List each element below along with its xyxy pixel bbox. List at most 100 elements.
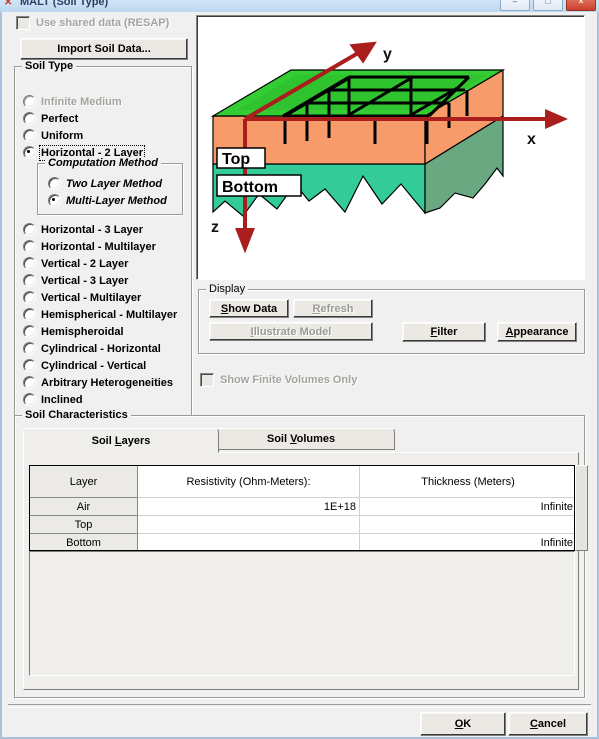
cell-layer: Air (30, 498, 138, 516)
y-axis-arrow (349, 41, 377, 64)
radio-dot-icon (23, 393, 36, 406)
radio-dot-icon (23, 291, 36, 304)
app-icon: ✕ (4, 0, 13, 8)
radio-horizontal-3-layer[interactable]: Horizontal - 3 Layer (23, 223, 143, 236)
tab-soil-layers[interactable]: Soil Layers (23, 428, 219, 453)
window-controls: – □ ✕ (500, 0, 596, 11)
maximize-button[interactable]: □ (533, 0, 563, 11)
use-shared-data-label: Use shared data (RESAP) (36, 17, 170, 29)
show-data-button[interactable]: Show Data (209, 299, 289, 318)
radio-hemispheroidal[interactable]: Hemispheroidal (23, 325, 124, 338)
axis-label-x: x (527, 131, 536, 148)
cancel-button[interactable]: Cancel (508, 712, 588, 736)
radio-dot-icon (23, 308, 36, 321)
table-row[interactable]: Top (30, 516, 574, 534)
radio-label: Vertical - Multilayer (41, 291, 142, 304)
soil-layers-empty-pane (29, 551, 575, 676)
radio-dot-icon (23, 129, 36, 142)
window-title-bar[interactable]: ✕ MALT (Soil Type) – □ ✕ (0, 0, 599, 12)
radio-dot-icon (23, 257, 36, 270)
soil-type-group-label: Soil Type (22, 60, 77, 72)
radio-uniform[interactable]: Uniform (23, 129, 83, 142)
radio-dot-icon (23, 223, 36, 236)
appearance-button[interactable]: Appearance (497, 322, 577, 342)
radio-multi-layer-method[interactable]: Multi-Layer Method (48, 194, 167, 207)
radio-label: Arbitrary Heterogeneities (41, 376, 174, 389)
radio-vertical-2-layer[interactable]: Vertical - 2 Layer (23, 257, 128, 270)
tab-soil-layers-label: Soil Layers (91, 434, 151, 447)
ok-label: OK (454, 718, 472, 730)
soil-layers-table[interactable]: Layer Resistivity (Ohm-Meters): Thicknes… (29, 465, 575, 551)
radio-label: Hemispherical - Multilayer (41, 308, 178, 321)
use-shared-data-checkbox[interactable]: Use shared data (RESAP) (16, 16, 169, 30)
radio-dot-icon (48, 194, 61, 207)
radio-label: Inclined (41, 393, 83, 406)
tab-soil-volumes[interactable]: Soil Volumes (207, 428, 395, 450)
radio-label: Perfect (41, 112, 79, 125)
cell-layer: Top (30, 516, 138, 534)
window-title: MALT (Soil Type) (20, 0, 109, 8)
computation-method-group-label: Computation Method (45, 157, 161, 169)
radio-cylindrical-horizontal[interactable]: Cylindrical - Horizontal (23, 342, 161, 355)
radio-inclined[interactable]: Inclined (23, 393, 83, 406)
footer-separator (8, 704, 591, 708)
minimize-button[interactable]: – (500, 0, 530, 11)
cancel-label: Cancel (529, 718, 567, 730)
radio-label: Cylindrical - Horizontal (41, 342, 161, 355)
table-row[interactable]: Bottom Infinite (30, 534, 574, 550)
table-vertical-scrollbar[interactable] (575, 465, 588, 551)
ok-button[interactable]: OK (420, 712, 506, 736)
radio-label: Horizontal - Multilayer (41, 240, 156, 253)
cell-resistivity[interactable]: 1E+18 (138, 498, 360, 516)
radio-hemispherical-multilayer[interactable]: Hemispherical - Multilayer (23, 308, 177, 321)
dialog-client-area: Use shared data (RESAP) Import Soil Data… (0, 12, 599, 739)
computation-method-group: Computation Method Two Layer Method Mult… (37, 157, 183, 215)
refresh-label: Refresh (312, 302, 354, 315)
radio-label: Hemispheroidal (41, 325, 124, 338)
table-header-row: Layer Resistivity (Ohm-Meters): Thicknes… (30, 466, 574, 498)
radio-dot-icon (48, 177, 61, 190)
soil-model-illustration[interactable]: y x z Top Bottom (196, 15, 585, 280)
radio-cylindrical-vertical[interactable]: Cylindrical - Vertical (23, 359, 146, 372)
cell-layer: Bottom (30, 534, 138, 550)
cell-thickness[interactable] (360, 516, 574, 534)
tab-soil-volumes-label: Soil Volumes (266, 433, 336, 445)
axis-label-y: y (383, 46, 392, 63)
radio-two-layer-method[interactable]: Two Layer Method (48, 177, 162, 190)
soil-type-group: Soil Type Infinite Medium Perfect Unifor… (14, 60, 192, 416)
radio-label: Vertical - 3 Layer (41, 274, 129, 287)
x-axis-arrow (545, 108, 568, 130)
import-soil-data-button[interactable]: Import Soil Data... (20, 38, 188, 60)
column-header-layer: Layer (30, 466, 138, 498)
soil-characteristics-group-label: Soil Characteristics (22, 409, 131, 421)
radio-dot-icon (23, 146, 36, 159)
radio-vertical-3-layer[interactable]: Vertical - 3 Layer (23, 274, 128, 287)
cell-resistivity[interactable] (138, 516, 360, 534)
radio-label: Horizontal - 3 Layer (41, 223, 144, 236)
filter-button[interactable]: Filter (402, 322, 486, 342)
display-group: Display Show Data Refresh Illustrate Mod… (198, 283, 585, 354)
radio-dot-icon (23, 342, 36, 355)
maximize-icon: □ (545, 0, 551, 6)
column-header-resistivity: Resistivity (Ohm-Meters): (138, 466, 360, 498)
radio-horizontal-multilayer[interactable]: Horizontal - Multilayer (23, 240, 156, 253)
filter-label: Filter (430, 326, 458, 338)
column-header-thickness: Thickness (Meters) (360, 466, 574, 498)
radio-dot-icon (23, 274, 36, 287)
radio-dot-icon (23, 376, 36, 389)
radio-arbitrary-heterogeneities[interactable]: Arbitrary Heterogeneities (23, 376, 173, 389)
table-row[interactable]: Air 1E+18 Infinite (30, 498, 574, 516)
radio-vertical-multilayer[interactable]: Vertical - Multilayer (23, 291, 141, 304)
minimize-icon: – (512, 0, 518, 6)
checkbox-box (16, 16, 30, 30)
cell-resistivity[interactable] (138, 534, 360, 550)
cell-thickness[interactable]: Infinite (360, 498, 574, 516)
close-button[interactable]: ✕ (566, 0, 596, 11)
cell-thickness[interactable]: Infinite (360, 534, 574, 550)
z-axis-arrow (235, 228, 255, 254)
radio-infinite-medium[interactable]: Infinite Medium (23, 95, 122, 108)
radio-dot-icon (23, 240, 36, 253)
radio-perfect[interactable]: Perfect (23, 112, 78, 125)
radio-dot-icon (23, 325, 36, 338)
radio-label: Vertical - 2 Layer (41, 257, 129, 270)
